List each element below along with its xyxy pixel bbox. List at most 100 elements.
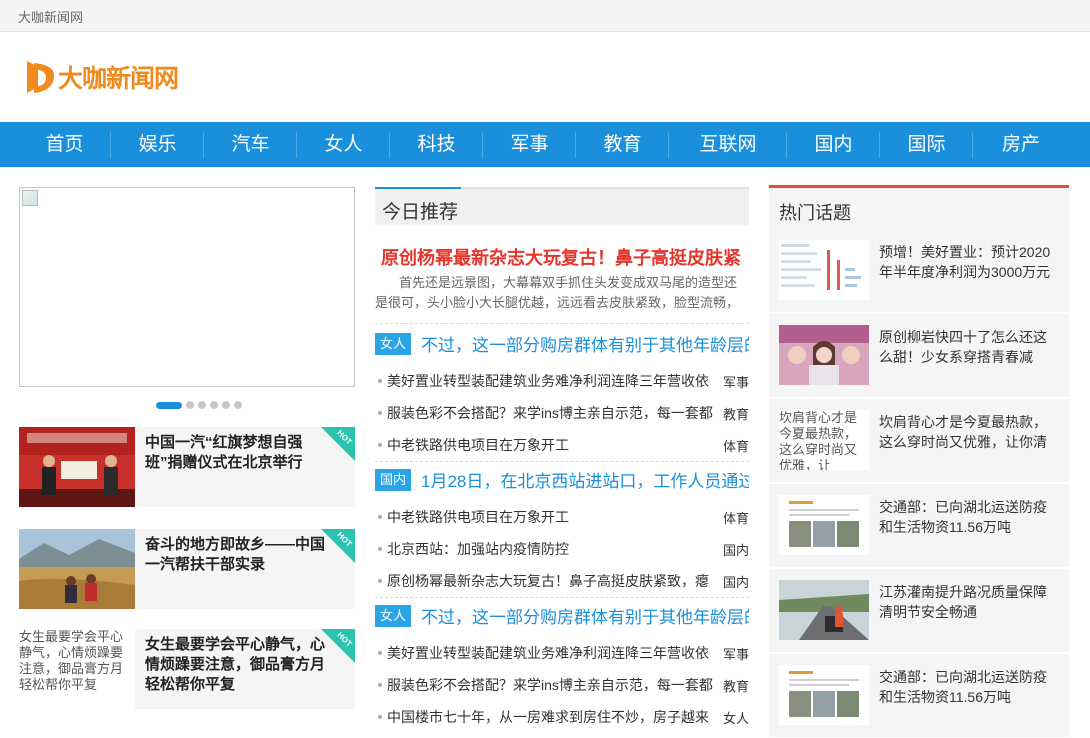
card-title[interactable]: 女生最要学会平心静气，心情烦躁要注意，御品膏方月轻松帮你平复 <box>145 635 325 695</box>
list-item-category[interactable]: 教育 <box>723 676 749 695</box>
bullet-icon <box>378 411 382 415</box>
featured-headline[interactable]: 原创杨幂最新杂志大玩复古！鼻子高挺皮肤紧 <box>381 244 741 270</box>
nav-item-home[interactable]: 首页 <box>18 122 111 167</box>
news-section: 国内 1月28日，在北京西站进站口，工作人员通过 <box>375 469 749 493</box>
list-item[interactable]: 中国楼市七十年，从一房难求到房住不炒，房子越来 女人 <box>375 707 749 727</box>
topic-thumbnail[interactable] <box>779 325 869 385</box>
slider-dot[interactable] <box>222 401 230 409</box>
site-logo[interactable]: 大咖新闻网 <box>24 56 179 98</box>
topic-thumbnail[interactable] <box>779 495 869 555</box>
list-item[interactable]: 服装色彩不会搭配？来学ins博主亲自示范，每一套都 教育 <box>375 403 749 423</box>
left-news-card[interactable]: 奋斗的地方即故乡——中国一汽帮扶干部实录 HOT <box>19 529 355 609</box>
bullet-icon <box>378 379 382 383</box>
list-item-title[interactable]: 服装色彩不会搭配？来学ins博主亲自示范，每一套都 <box>387 675 717 695</box>
nav-item-domestic[interactable]: 国内 <box>787 122 880 167</box>
image-slider[interactable] <box>19 187 355 387</box>
list-item-title[interactable]: 服装色彩不会搭配？来学ins博主亲自示范，每一套都 <box>387 403 717 423</box>
hot-topic-item[interactable]: 交通部：已向湖北运送防疫和生活物资11.56万吨 <box>769 654 1069 738</box>
card-title[interactable]: 奋斗的地方即故乡——中国一汽帮扶干部实录 <box>145 535 325 575</box>
bullet-icon <box>378 651 382 655</box>
list-item-category[interactable]: 女人 <box>723 708 749 727</box>
featured-summary: 首先还是远景图，大幕幕双手抓住头发变成双马尾的造型还是很可，头小脸小大长腿优越，… <box>375 275 740 310</box>
slider-dot[interactable] <box>210 401 218 409</box>
list-item[interactable]: 中老铁路供电项目在万象开工 体育 <box>375 507 749 527</box>
hot-topics-header: 热门话题 <box>769 185 1069 229</box>
list-item-category[interactable]: 国内 <box>723 572 749 591</box>
bullet-icon <box>378 715 382 719</box>
bullet-icon <box>378 515 382 519</box>
slider-dot[interactable] <box>156 401 182 409</box>
section-heading: 热门话题 <box>779 203 851 223</box>
category-tag[interactable]: 女人 <box>375 605 412 627</box>
list-item-title[interactable]: 北京西站：加强站内疫情防控 <box>387 539 717 559</box>
topic-thumbnail[interactable] <box>779 665 869 725</box>
hot-topic-item[interactable]: 预增！美好置业：预计2020年半年度净利润为3000万元 <box>769 229 1069 313</box>
hot-topic-item[interactable]: 原创柳岩快四十了怎么还这么甜！少女系穿搭青春减 <box>769 314 1069 398</box>
list-item[interactable]: 美好置业转型装配建筑业务难净利润连降三年营收依 军事 <box>375 371 749 391</box>
list-item-title[interactable]: 中老铁路供电项目在万象开工 <box>387 435 717 455</box>
site-name[interactable]: 大咖新闻网 <box>18 7 83 26</box>
topic-thumbnail[interactable] <box>779 580 869 640</box>
card-title[interactable]: 中国一汽“红旗梦想自强班”捐赠仪式在北京举行 <box>145 433 325 473</box>
top-bar: 大咖新闻网 <box>0 0 1090 32</box>
bullet-icon <box>378 547 382 551</box>
nav-item-entertainment[interactable]: 娱乐 <box>111 122 204 167</box>
hot-topic-item[interactable]: 交通部：已向湖北运送防疫和生活物资11.56万吨 <box>769 484 1069 568</box>
nav-item-internet[interactable]: 互联网 <box>669 122 787 167</box>
category-tag[interactable]: 国内 <box>375 469 412 491</box>
slider-dot[interactable] <box>186 401 194 409</box>
slider-dots <box>156 401 242 409</box>
list-item-title[interactable]: 中老铁路供电项目在万象开工 <box>387 507 717 527</box>
list-item[interactable]: 美好置业转型装配建筑业务难净利润连降三年营收依 军事 <box>375 643 749 663</box>
broken-image-icon <box>22 190 38 206</box>
slider-dot[interactable] <box>234 401 242 409</box>
news-section: 女人 不过，这一部分购房群体有别于其他年龄层的 <box>375 605 749 629</box>
list-item-title[interactable]: 美好置业转型装配建筑业务难净利润连降三年营收依 <box>387 643 717 663</box>
nav-item-international[interactable]: 国际 <box>880 122 973 167</box>
bullet-icon <box>378 579 382 583</box>
list-item-category[interactable]: 国内 <box>723 540 749 559</box>
list-item-category[interactable]: 军事 <box>723 644 749 663</box>
nav-item-realestate[interactable]: 房产 <box>973 122 1069 167</box>
list-item[interactable]: 北京西站：加强站内疫情防控 国内 <box>375 539 749 559</box>
nav-item-tech[interactable]: 科技 <box>390 122 483 167</box>
nav-item-women[interactable]: 女人 <box>297 122 390 167</box>
hot-topic-item[interactable]: 江苏灌南提升路况质量保障清明节安全畅通 <box>769 569 1069 653</box>
image-alt-text: 坎肩背心才是今夏最热款，这么穿时尚又优雅，让 <box>779 410 869 470</box>
list-item[interactable]: 原创杨幂最新杂志大玩复古！鼻子高挺皮肤紧致，瘪 国内 <box>375 571 749 591</box>
list-item-title[interactable]: 中国楼市七十年，从一房难求到房住不炒，房子越来 <box>387 707 717 727</box>
topic-title[interactable]: 预增！美好置业：预计2020年半年度净利润为3000万元 <box>879 242 1057 282</box>
nav-item-education[interactable]: 教育 <box>576 122 669 167</box>
hot-topic-item[interactable]: 坎肩背心才是今夏最热款，这么穿时尚又优雅，让 坎肩背心才是今夏最热款，这么穿时尚… <box>769 399 1069 483</box>
section-headline[interactable]: 不过，这一部分购房群体有别于其他年龄层的 <box>421 603 749 628</box>
news-thumbnail[interactable] <box>19 529 135 609</box>
left-news-card[interactable]: 女生最要学会平心静气，心情烦躁要注意，御品膏方月轻松帮你平复 女生最要学会平心静… <box>19 629 355 709</box>
topic-thumbnail[interactable] <box>779 240 869 300</box>
section-heading: 今日推荐 <box>382 202 459 223</box>
list-item-title[interactable]: 美好置业转型装配建筑业务难净利润连降三年营收依 <box>387 371 717 391</box>
topic-title[interactable]: 交通部：已向湖北运送防疫和生活物资11.56万吨 <box>879 667 1057 707</box>
list-item-category[interactable]: 体育 <box>723 508 749 527</box>
list-item-title[interactable]: 原创杨幂最新杂志大玩复古！鼻子高挺皮肤紧致，瘪 <box>387 571 717 591</box>
nav-item-auto[interactable]: 汽车 <box>204 122 297 167</box>
topic-thumbnail[interactable]: 坎肩背心才是今夏最热款，这么穿时尚又优雅，让 <box>779 410 869 470</box>
news-thumbnail[interactable]: 女生最要学会平心静气，心情烦躁要注意，御品膏方月轻松帮你平复 <box>19 629 135 709</box>
topic-title[interactable]: 原创柳岩快四十了怎么还这么甜！少女系穿搭青春减 <box>879 327 1057 367</box>
left-news-card[interactable]: 中国一汽“红旗梦想自强班”捐赠仪式在北京举行 HOT <box>19 427 355 507</box>
news-thumbnail[interactable] <box>19 427 135 507</box>
list-item-category[interactable]: 教育 <box>723 404 749 423</box>
section-headline[interactable]: 不过，这一部分购房群体有别于其他年龄层的 <box>421 331 749 356</box>
slider-dot[interactable] <box>198 401 206 409</box>
list-item[interactable]: 服装色彩不会搭配？来学ins博主亲自示范，每一套都 教育 <box>375 675 749 695</box>
category-tag[interactable]: 女人 <box>375 333 412 355</box>
topic-title[interactable]: 坎肩背心才是今夏最热款，这么穿时尚又优雅，让你清 <box>879 412 1057 452</box>
nav-item-military[interactable]: 军事 <box>483 122 576 167</box>
list-item-category[interactable]: 体育 <box>723 436 749 455</box>
main-nav: 首页 娱乐 汽车 女人 科技 军事 教育 互联网 国内 国际 房产 <box>0 122 1090 167</box>
topic-title[interactable]: 交通部：已向湖北运送防疫和生活物资11.56万吨 <box>879 497 1057 537</box>
list-item-category[interactable]: 军事 <box>723 372 749 391</box>
divider <box>375 461 749 462</box>
list-item[interactable]: 中老铁路供电项目在万象开工 体育 <box>375 435 749 455</box>
topic-title[interactable]: 江苏灌南提升路况质量保障清明节安全畅通 <box>879 582 1057 622</box>
section-headline[interactable]: 1月28日，在北京西站进站口，工作人员通过 <box>421 467 749 492</box>
